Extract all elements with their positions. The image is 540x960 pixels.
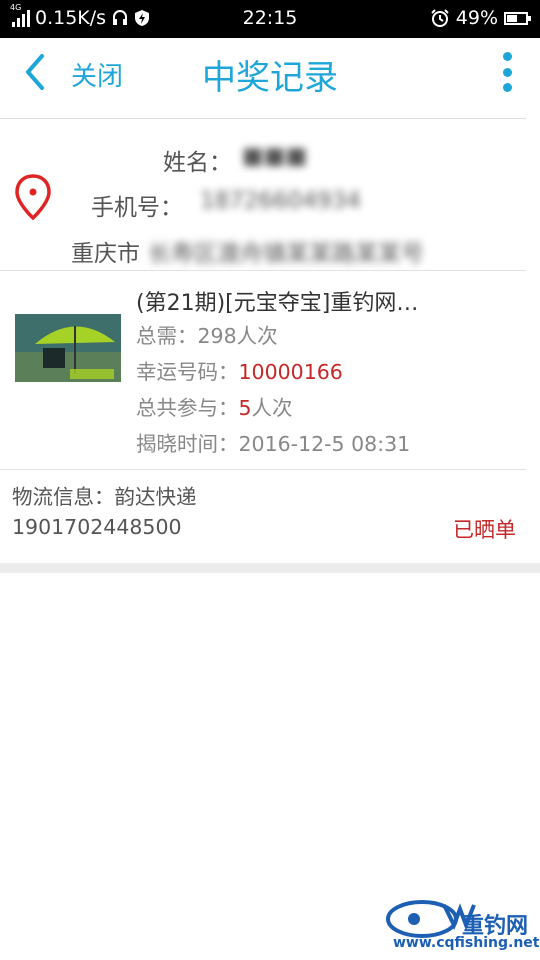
app-header: 关闭 中奖记录 — [0, 38, 540, 118]
more-menu-icon[interactable] — [500, 52, 514, 92]
address-value: 长寿区渡舟镇某某路某某号 — [148, 241, 424, 267]
divider — [0, 469, 526, 470]
joined-count: 总共参与：5人次 — [136, 391, 293, 421]
city-label: 重庆市 — [71, 241, 140, 267]
battery-icon — [504, 11, 531, 25]
logistics-label: 物流信息： — [12, 485, 115, 509]
status-bar: 4G 0.15K/s 22:15 49% — [0, 0, 540, 38]
shared-order-button[interactable]: 已晒单 — [453, 514, 516, 544]
phone-value: 18726604934 — [200, 188, 361, 214]
logistics-info: 物流信息：韵达快递 — [12, 480, 197, 510]
section-gap — [0, 563, 540, 573]
reveal-value: 2016-12-5 08:31 — [238, 432, 411, 456]
total-need-label: 总需： — [136, 324, 198, 348]
logistics-company: 韵达快递 — [114, 485, 197, 509]
reveal-time: 揭晓时间：2016-12-5 08:31 — [136, 427, 410, 457]
watermark-url: www.cqfishing.net — [393, 935, 540, 951]
product-thumbnail[interactable] — [15, 314, 121, 382]
total-need: 总需：298人次 — [136, 319, 278, 349]
joined-unit: 人次 — [251, 396, 293, 420]
location-pin-icon — [15, 174, 51, 220]
phone-label: 手机号： — [91, 195, 183, 221]
reveal-label: 揭晓时间： — [136, 432, 239, 456]
lucky-number-label: 幸运号码： — [136, 360, 239, 384]
joined-label: 总共参与： — [136, 396, 239, 420]
divider — [0, 270, 526, 271]
battery-percent: 49% — [455, 7, 498, 29]
product-title[interactable]: (第21期)[元宝夺宝]重钓网… — [136, 285, 466, 317]
lucky-number: 幸运号码：10000166 — [136, 355, 343, 385]
total-need-value: 298人次 — [197, 324, 278, 348]
name-label: 姓名： — [163, 150, 232, 176]
page-title: 中奖记录 — [202, 58, 338, 98]
alarm-icon — [431, 9, 449, 27]
name-value: ■■■ — [242, 143, 308, 169]
lucky-number-value: 10000166 — [238, 360, 343, 384]
header-divider — [0, 118, 526, 119]
address-section: 姓名： ■■■ 手机号： 18726604934 重庆市 长寿区渡舟镇某某路某某… — [0, 120, 540, 270]
joined-count-value: 5 — [238, 396, 252, 420]
tracking-number: 1901702448500 — [12, 515, 182, 539]
